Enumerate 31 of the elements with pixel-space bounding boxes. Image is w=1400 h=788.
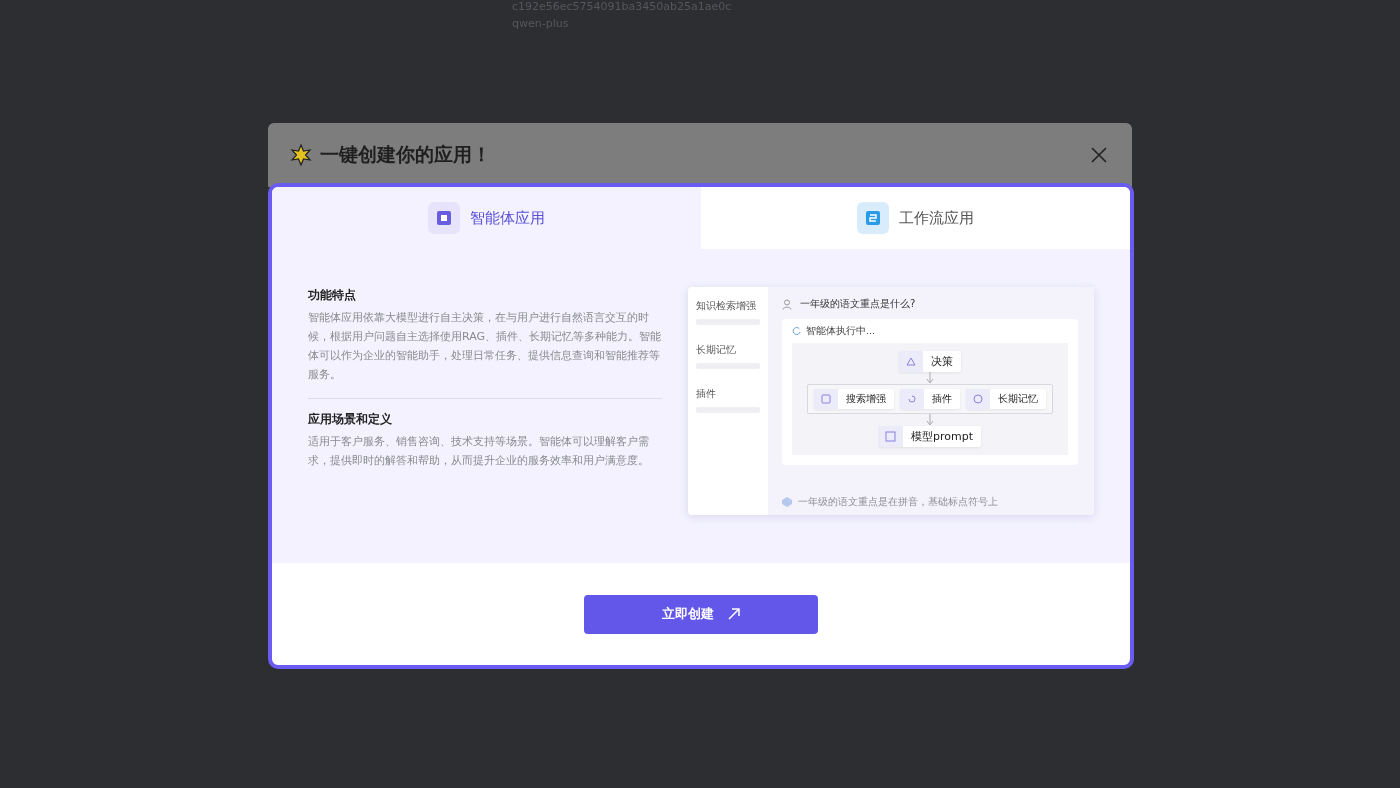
arrow-icon xyxy=(926,414,934,426)
tool-icon xyxy=(820,393,832,405)
status-text: 智能体执行中... xyxy=(806,325,876,338)
tool-icon xyxy=(972,393,984,405)
image-icon xyxy=(885,431,897,442)
arrow-up-right-icon xyxy=(728,608,740,620)
flow-icon xyxy=(857,202,889,234)
section-heading: 功能特点 xyxy=(308,287,357,304)
flow-node: 长期记忆 xyxy=(966,389,1046,409)
flow-node: 模型prompt xyxy=(879,426,981,447)
sidebar-label: 插件 xyxy=(696,387,717,401)
section-heading: 应用场景和定义 xyxy=(308,411,393,428)
section-text: 适用于客户服务、销售咨询、技术支持等场景。智能体可以理解客户需求，提供即时的解答和帮助，从而提升企业的服务效率和用户满意度。 xyxy=(308,434,650,469)
flow-node: 搜索增强 xyxy=(814,389,894,409)
sidebar-label: 知识检索增强 xyxy=(696,299,757,313)
flow-node: 决策 xyxy=(899,351,961,372)
user-icon xyxy=(782,298,792,310)
sparkle-icon xyxy=(290,144,312,166)
sidebar-label: 长期记忆 xyxy=(696,343,737,357)
arrow-icon xyxy=(926,372,934,384)
logo-icon xyxy=(782,497,792,507)
question-text: 一年级的语文重点是什么? xyxy=(800,297,916,311)
app-type-tab[interactable]: 智能体应用 xyxy=(272,187,701,249)
spinner-icon xyxy=(792,327,801,336)
tool-icon xyxy=(906,393,918,405)
triangle-icon xyxy=(906,356,916,367)
chip-icon xyxy=(428,202,460,234)
section-text: 智能体应用依靠大模型进行自主决策，在与用户进行自然语言交互的时候，根据用户问题自主选择使用RAG、插件、长期记忆等多种能力。智能体可以作为企业的智能助手，处理日常任务、提供信息查询和智能推荐等服务。 xyxy=(308,310,662,383)
create-button[interactable]: 立即创建 xyxy=(584,594,818,634)
dialog-title: 一键创建你的应用！ xyxy=(320,142,492,167)
flow-node: 插件 xyxy=(900,389,960,409)
